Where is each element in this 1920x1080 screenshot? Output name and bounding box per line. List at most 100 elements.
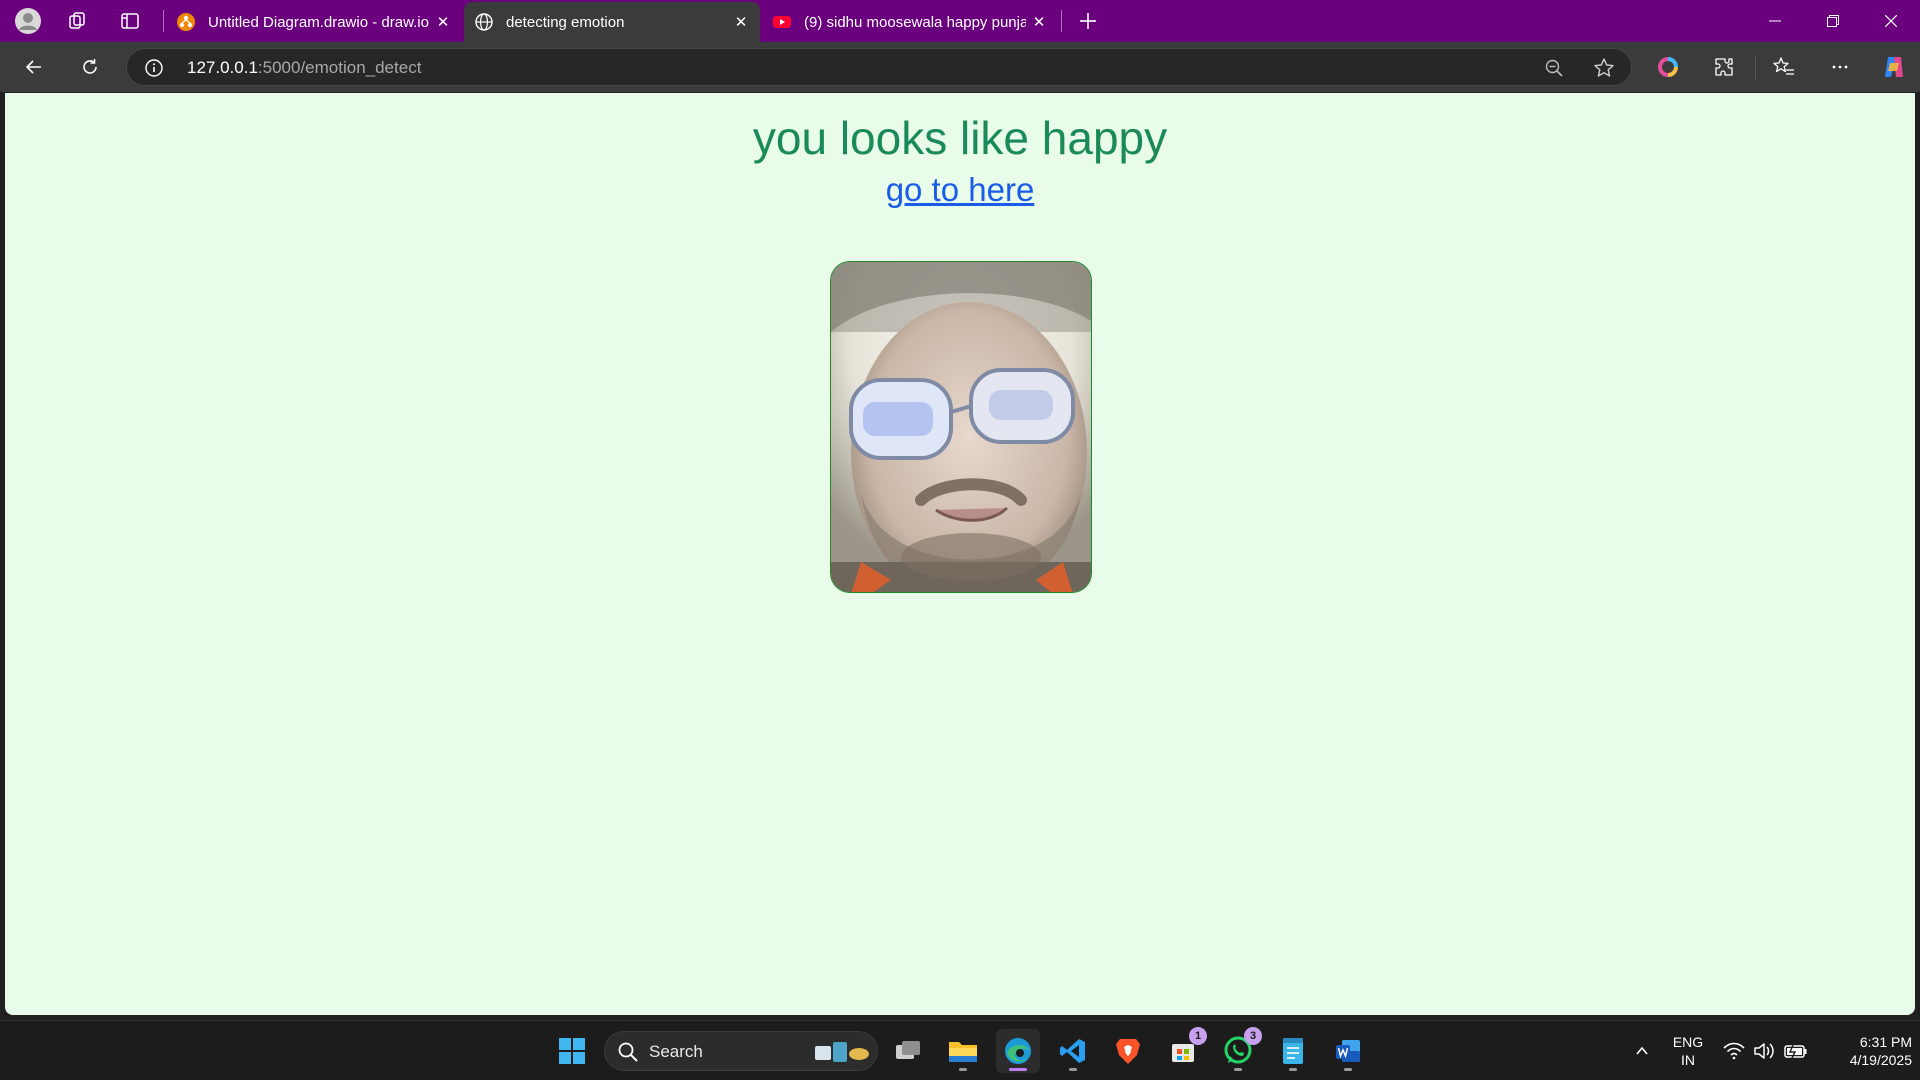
tab-youtube[interactable]: (9) sidhu moosewala happy punjabi ✕: [762, 2, 1058, 42]
vscode-button[interactable]: [1051, 1029, 1095, 1073]
puzzle-icon: [1715, 58, 1733, 76]
extensions-button[interactable]: [1706, 49, 1742, 85]
tab-title: detecting emotion: [506, 13, 625, 31]
minimize-icon: [1769, 20, 1781, 22]
close-window-button[interactable]: [1862, 0, 1920, 42]
store-badge: 1: [1189, 1027, 1207, 1045]
refresh-button[interactable]: [72, 49, 108, 85]
word-button[interactable]: [1326, 1029, 1370, 1073]
emotion-heading: you looks like happy: [752, 112, 1168, 164]
copilot-circle-button[interactable]: [1650, 49, 1686, 85]
tab-strip: Untitled Diagram.drawio - draw.io ✕ dete…: [0, 0, 1920, 42]
copilot-icon: [1885, 57, 1903, 77]
word-icon: [1336, 1040, 1360, 1062]
close-tab-icon[interactable]: ✕: [432, 11, 454, 33]
back-button[interactable]: [16, 49, 52, 85]
tab-title: Untitled Diagram.drawio - draw.io: [208, 13, 429, 31]
toolbar-divider: [1755, 57, 1756, 79]
browser-toolbar: 127.0.0.1:5000/emotion_detect: [0, 42, 1920, 92]
workspaces-button[interactable]: [59, 5, 95, 37]
vertical-tabs-icon: [121, 13, 139, 29]
task-view-button[interactable]: [886, 1029, 930, 1073]
language-code: ENG: [1672, 1034, 1704, 1050]
region-code: IN: [1681, 1052, 1695, 1068]
running-indicator: [1069, 1068, 1077, 1071]
back-arrow-icon: [25, 60, 41, 74]
running-indicator: [959, 1068, 967, 1071]
new-tab-button[interactable]: [1070, 5, 1106, 37]
edge-icon: [1005, 1038, 1031, 1064]
clock-time: 6:31 PM: [1859, 1034, 1912, 1050]
address-bar[interactable]: 127.0.0.1:5000/emotion_detect: [126, 48, 1632, 86]
plus-icon: [1080, 13, 1096, 29]
search-highlight-icon: [813, 1040, 871, 1069]
show-hidden-icons-button[interactable]: [1630, 1039, 1654, 1063]
page-viewport: you looks like happy go to here: [5, 93, 1915, 1015]
more-dots-icon: [1832, 65, 1848, 69]
tab-detecting-emotion[interactable]: detecting emotion ✕: [464, 2, 760, 42]
close-tab-icon[interactable]: ✕: [730, 11, 752, 33]
favorite-star-icon[interactable]: [1593, 57, 1615, 79]
brave-lion-icon: [1116, 1039, 1140, 1064]
profile-button[interactable]: [10, 5, 46, 37]
vertical-tabs-button[interactable]: [112, 5, 148, 37]
whatsapp-button[interactable]: 3: [1216, 1027, 1262, 1073]
close-icon: [1885, 15, 1897, 27]
site-info-icon[interactable]: [143, 57, 165, 79]
input-language[interactable]: ENG IN: [1668, 1033, 1708, 1069]
refresh-icon: [83, 59, 97, 74]
brave-button[interactable]: [1106, 1029, 1150, 1073]
color-ring-icon: [1658, 57, 1678, 77]
store-button[interactable]: 1: [1161, 1027, 1207, 1073]
taskbar: Search 1 3 ENG IN 6:31 PM 4/19/2025: [0, 1020, 1920, 1080]
url-path: :5000/emotion_detect: [257, 58, 422, 77]
running-indicator: [1344, 1068, 1352, 1071]
youtube-icon: [772, 12, 792, 32]
running-indicator: [1289, 1068, 1297, 1071]
face-photo: [830, 261, 1092, 593]
close-tab-icon[interactable]: ✕: [1028, 11, 1050, 33]
tab-separator: [1061, 10, 1062, 32]
volume-icon[interactable]: [1752, 1039, 1776, 1063]
taskbar-search[interactable]: Search: [604, 1031, 878, 1071]
globe-icon: [474, 12, 494, 32]
drawio-icon: [176, 12, 196, 32]
face-photo-image: [831, 262, 1091, 592]
notepad-icon: [1283, 1038, 1303, 1064]
active-indicator: [1009, 1068, 1027, 1071]
running-indicator: [1234, 1068, 1242, 1071]
folder-icon: [949, 1042, 977, 1062]
favorites-button[interactable]: [1766, 49, 1802, 85]
tab-separator: [163, 10, 164, 32]
workspaces-icon: [69, 12, 85, 29]
task-view-icon: [896, 1041, 920, 1059]
favorites-list-icon: [1773, 57, 1794, 75]
restore-icon: [1827, 15, 1839, 27]
wifi-icon[interactable]: [1722, 1039, 1746, 1063]
notepad-button[interactable]: [1271, 1029, 1315, 1073]
zoom-icon[interactable]: [1543, 57, 1565, 79]
minimize-button[interactable]: [1746, 0, 1804, 42]
windows-icon: [559, 1038, 585, 1064]
profile-icon: [15, 8, 41, 34]
edge-button[interactable]: [996, 1029, 1040, 1073]
file-explorer-button[interactable]: [941, 1029, 985, 1073]
vscode-icon: [1060, 1039, 1085, 1063]
go-link-container: go to here: [5, 171, 1915, 209]
clock[interactable]: 6:31 PM 4/19/2025: [1820, 1033, 1912, 1069]
go-to-here-link[interactable]: go to here: [886, 171, 1035, 208]
whatsapp-badge: 3: [1244, 1027, 1262, 1045]
tab-title: (9) sidhu moosewala happy punjabi: [804, 13, 1026, 31]
url-host: 127.0.0.1: [187, 58, 258, 77]
search-icon: [617, 1041, 639, 1063]
battery-icon[interactable]: [1784, 1039, 1808, 1063]
settings-more-button[interactable]: [1822, 49, 1858, 85]
url-text[interactable]: 127.0.0.1:5000/emotion_detect: [187, 58, 421, 78]
chevron-up-icon: [1636, 1046, 1648, 1055]
clock-date: 4/19/2025: [1849, 1052, 1912, 1068]
restore-button[interactable]: [1804, 0, 1862, 42]
tab-drawio[interactable]: Untitled Diagram.drawio - draw.io ✕: [166, 2, 462, 42]
start-button[interactable]: [550, 1029, 594, 1073]
search-label: Search: [649, 1042, 703, 1061]
copilot-button[interactable]: [1876, 49, 1912, 85]
